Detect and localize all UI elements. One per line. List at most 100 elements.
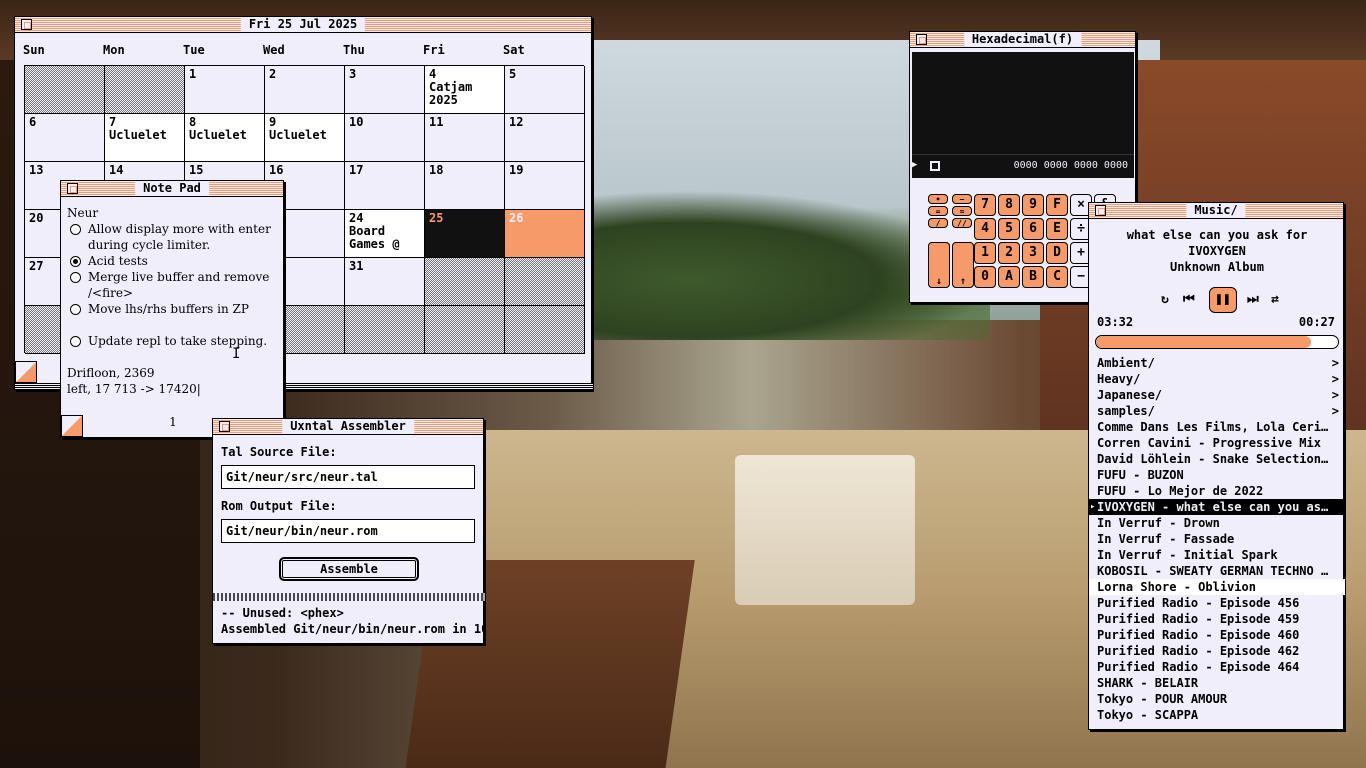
track-item[interactable]: Tokyo - SCAPPA bbox=[1089, 707, 1345, 723]
calendar-day[interactable] bbox=[505, 258, 585, 306]
note-item[interactable]: Move lhs/rhs buffers in ZP bbox=[67, 301, 279, 317]
calendar-day[interactable] bbox=[505, 306, 585, 354]
next-icon[interactable]: ⏭ bbox=[1247, 292, 1259, 307]
calendar-day[interactable] bbox=[25, 66, 105, 114]
assemble-button[interactable]: Assemble bbox=[279, 557, 419, 581]
track-item[interactable]: FUFU - BUZON bbox=[1089, 467, 1345, 483]
repeat-icon[interactable]: ↻ bbox=[1161, 292, 1169, 307]
calendar-day[interactable]: 1 bbox=[185, 66, 265, 114]
track-item[interactable]: Purified Radio - Episode 459 bbox=[1089, 611, 1345, 627]
calendar-day[interactable]: 11 bbox=[425, 114, 505, 162]
calendar-titlebar[interactable]: Fri 25 Jul 2025 bbox=[15, 17, 591, 33]
close-box-icon[interactable] bbox=[219, 421, 230, 432]
hex-mode-key[interactable]: ≈ bbox=[952, 206, 972, 216]
track-item[interactable]: FUFU - Lo Mejor de 2022 bbox=[1089, 483, 1345, 499]
hex-mode-key[interactable]: − bbox=[952, 194, 972, 204]
close-box-icon[interactable] bbox=[67, 183, 78, 194]
hex-key[interactable]: 5 bbox=[998, 218, 1020, 240]
track-item[interactable]: Purified Radio - Episode 464 bbox=[1089, 659, 1345, 675]
calendar-day[interactable]: 8 Ucluelet bbox=[185, 114, 265, 162]
track-item[interactable]: In Verruf - Initial Spark bbox=[1089, 547, 1345, 563]
track-item[interactable]: KOBOSIL - SWEATY GERMAN TECHNO RAVE bbox=[1089, 563, 1345, 579]
music-titlebar[interactable]: Music/ bbox=[1089, 203, 1343, 219]
radio-icon[interactable] bbox=[70, 256, 81, 267]
hex-key[interactable]: A bbox=[998, 266, 1020, 288]
track-item[interactable]: David Löhlein - Snake Selection #7 bbox=[1089, 451, 1345, 467]
assembler-window[interactable]: Uxntal Assembler Tal Source File: Git/ne… bbox=[212, 418, 485, 644]
calendar-day[interactable]: 31 bbox=[345, 258, 425, 306]
track-item[interactable]: Purified Radio - Episode 462 bbox=[1089, 643, 1345, 659]
shift-down-key[interactable]: ↓ bbox=[928, 242, 950, 288]
close-box-icon[interactable] bbox=[1095, 205, 1106, 216]
shuffle-icon[interactable]: ⇄ bbox=[1271, 292, 1279, 307]
folder-item[interactable]: Japanese/ > bbox=[1089, 387, 1345, 403]
note-item[interactable]: Merge live buffer and remove /<fire> bbox=[67, 269, 279, 301]
notepad-window[interactable]: Note Pad Neur Allow display more with en… bbox=[60, 180, 284, 438]
track-item[interactable]: Purified Radio - Episode 460 bbox=[1089, 627, 1345, 643]
folder-item[interactable]: samples/ > bbox=[1089, 403, 1345, 419]
hex-key[interactable]: E bbox=[1046, 218, 1068, 240]
hex-key[interactable]: 4 bbox=[974, 218, 996, 240]
hex-key[interactable]: B bbox=[1022, 266, 1044, 288]
radio-icon[interactable] bbox=[70, 336, 81, 347]
source-file-field[interactable]: Git/neur/src/neur.tal bbox=[221, 465, 475, 489]
note-item[interactable] bbox=[67, 317, 279, 333]
hex-titlebar[interactable]: Hexadecimal(f) bbox=[910, 32, 1135, 48]
notepad-body[interactable]: Neur Allow display more with enter durin… bbox=[67, 205, 279, 397]
radio-icon[interactable] bbox=[70, 272, 81, 283]
track-item[interactable]: SHARK - BELAIR bbox=[1089, 675, 1345, 691]
hex-key[interactable]: 2 bbox=[998, 242, 1020, 264]
shift-up-key[interactable]: ↑ bbox=[952, 242, 974, 288]
pause-button[interactable]: ❚❚ bbox=[1209, 287, 1237, 313]
hex-key[interactable]: D bbox=[1046, 242, 1068, 264]
hex-key[interactable]: 6 bbox=[1022, 218, 1044, 240]
calendar-day[interactable]: 18 bbox=[425, 162, 505, 210]
calendar-day[interactable] bbox=[425, 306, 505, 354]
note-item[interactable]: Acid tests bbox=[67, 253, 279, 269]
calendar-day[interactable] bbox=[425, 258, 505, 306]
calendar-day[interactable]: 12 bbox=[505, 114, 585, 162]
hex-key[interactable]: 7 bbox=[974, 194, 996, 216]
track-item[interactable]: In Verruf - Drown bbox=[1089, 515, 1345, 531]
hex-mode-key[interactable]: • bbox=[928, 194, 948, 204]
page-fold-icon[interactable] bbox=[15, 361, 37, 383]
calendar-day[interactable]: 17 bbox=[345, 162, 425, 210]
calendar-day[interactable]: 6 bbox=[25, 114, 105, 162]
track-item[interactable]: Corren Cavini - Progressive Mix bbox=[1089, 435, 1345, 451]
progress-bar[interactable] bbox=[1095, 335, 1339, 349]
calendar-day[interactable] bbox=[345, 306, 425, 354]
assembler-titlebar[interactable]: Uxntal Assembler bbox=[213, 419, 483, 435]
calendar-day[interactable]: 10 bbox=[345, 114, 425, 162]
calendar-day[interactable]: 7 Ucluelet bbox=[105, 114, 185, 162]
calendar-day[interactable]: 26 bbox=[505, 210, 585, 258]
note-item[interactable]: Allow display more with enter during cyc… bbox=[67, 221, 279, 253]
track-item[interactable]: In Verruf - Fassade bbox=[1089, 531, 1345, 547]
calendar-day[interactable]: 5 bbox=[505, 66, 585, 114]
track-item[interactable]: IVOXYGEN - what else can you ask for bbox=[1089, 499, 1345, 515]
radio-icon[interactable] bbox=[70, 304, 81, 315]
hex-key[interactable]: 8 bbox=[998, 194, 1020, 216]
calendar-day[interactable]: 9 Ucluelet bbox=[265, 114, 345, 162]
calendar-day[interactable]: 4 Catjam 2025 bbox=[425, 66, 505, 114]
calendar-day[interactable] bbox=[105, 66, 185, 114]
folder-item[interactable]: Ambient/ > bbox=[1089, 355, 1345, 371]
radio-icon[interactable] bbox=[70, 224, 81, 235]
hex-key[interactable]: F bbox=[1046, 194, 1068, 216]
notepad-titlebar[interactable]: Note Pad bbox=[61, 181, 283, 197]
track-item[interactable]: Comme Dans Les Films, Lola Cerise - Limi… bbox=[1089, 419, 1345, 435]
hex-mode-key[interactable]: // bbox=[952, 218, 972, 228]
hex-key[interactable]: 3 bbox=[1022, 242, 1044, 264]
hex-mode-key[interactable]: / bbox=[928, 218, 948, 228]
hex-key[interactable]: 0 bbox=[974, 266, 996, 288]
music-window[interactable]: Music/ what else can you ask for IVOXYGE… bbox=[1088, 202, 1345, 730]
output-file-field[interactable]: Git/neur/bin/neur.rom bbox=[221, 519, 475, 543]
hex-key[interactable]: C bbox=[1046, 266, 1068, 288]
note-item[interactable]: Update repl to take stepping. bbox=[67, 333, 279, 349]
folder-item[interactable]: Heavy/ > bbox=[1089, 371, 1345, 387]
calendar-day[interactable]: 3 bbox=[345, 66, 425, 114]
calendar-day[interactable]: 25 bbox=[425, 210, 505, 258]
track-item[interactable]: Lorna Shore - Oblivion bbox=[1089, 579, 1345, 595]
hex-mode-key[interactable]: = bbox=[928, 206, 948, 216]
calendar-day[interactable]: 19 bbox=[505, 162, 585, 210]
previous-icon[interactable]: ⏮ bbox=[1183, 292, 1195, 307]
